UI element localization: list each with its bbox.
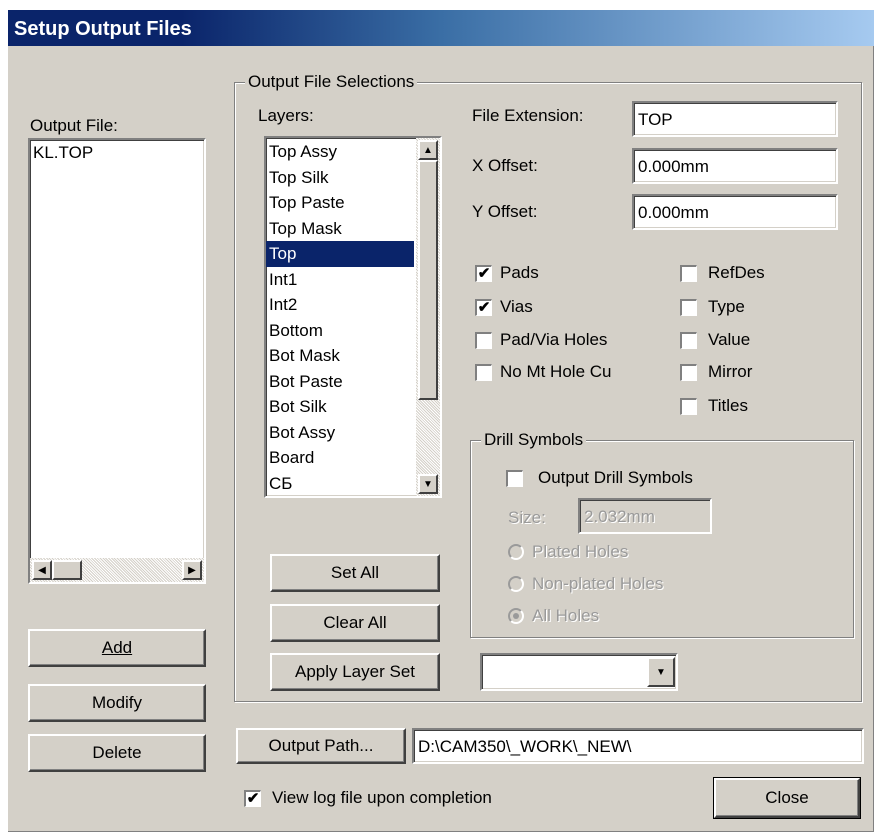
file-extension-value: TOP [638,110,673,129]
layer-item[interactable]: Top Assy [266,139,414,165]
layer-item[interactable]: СБ [266,471,414,497]
view-log-checkbox[interactable]: ✔ [244,790,261,807]
layers-list[interactable]: Top Assy Top Silk Top Paste Top Mask Top Int1… [264,136,442,498]
modify-button-label: Modify [91,693,143,712]
apply-layer-set-button[interactable]: Apply Layer Set [270,653,440,691]
y-offset-value: 0.000mm [638,203,709,222]
delete-button-label: Delete [92,743,142,762]
output-file-hscrollbar[interactable]: ◀ ▶ [30,558,204,582]
vscroll-thumb[interactable] [418,160,438,400]
close-button-label: Close [765,788,809,807]
y-offset-label: Y Offset: [472,202,538,221]
output-file-label: Output File: [30,116,118,135]
layer-item[interactable]: Top Mask [266,216,414,242]
y-offset-input[interactable]: 0.000mm [632,194,838,230]
titles-checkbox[interactable] [680,398,697,415]
scroll-down-icon[interactable]: ▼ [418,474,438,494]
set-all-button[interactable]: Set All [270,554,440,592]
apply-layer-set-button-label: Apply Layer Set [294,662,415,681]
pad-via-holes-label: Pad/Via Holes [500,330,608,349]
layer-item[interactable]: Int1 [266,267,414,293]
layer-item[interactable]: Bot Assy [266,420,414,446]
clear-all-button[interactable]: Clear All [270,604,440,642]
title-bar[interactable]: Setup Output Files [8,10,874,46]
no-mt-hole-cu-label: No Mt Hole Cu [500,362,612,381]
value-checkbox[interactable] [680,332,697,349]
non-plated-holes-radio [508,576,524,592]
x-offset-value: 0.000mm [638,157,709,176]
modify-button[interactable]: Modify [28,684,206,722]
output-path-input[interactable]: D:\CAM350\_WORK\_NEW\ [412,728,864,764]
scroll-up-icon[interactable]: ▲ [418,140,438,160]
window-title: Setup Output Files [14,18,192,40]
refdes-label: RefDes [708,263,765,282]
mirror-checkbox[interactable] [680,364,697,381]
type-checkbox[interactable] [680,299,697,316]
vias-label: Vias [500,297,533,316]
no-mt-hole-cu-checkbox[interactable] [475,364,492,381]
clear-all-button-label: Clear All [323,613,387,632]
x-offset-label: X Offset: [472,156,538,175]
file-extension-input[interactable]: TOP [632,101,838,137]
setup-output-files-dialog: Setup Output Files Output File: KL.TOP ◀… [8,10,874,832]
layers-vscrollbar[interactable]: ▲ ▼ [416,138,440,496]
set-all-button-label: Set All [330,563,380,582]
output-path-button-label: Output Path... [268,736,374,755]
mirror-label: Mirror [708,362,753,381]
layer-item[interactable]: Top [266,241,414,267]
file-extension-label: File Extension: [472,106,584,125]
output-path-value: D:\CAM350\_WORK\_NEW\ [418,737,632,756]
x-offset-input[interactable]: 0.000mm [632,148,838,184]
value-label: Value [708,330,751,349]
plated-holes-label: Plated Holes [532,542,629,561]
size-value: 2.032mm [584,507,655,526]
layer-set-dropdown[interactable]: ▼ [480,653,678,691]
add-button-label: Add [101,638,133,657]
layers-label: Layers: [258,106,314,125]
titles-label: Titles [708,396,748,415]
hscroll-thumb[interactable] [52,560,82,580]
layer-item[interactable]: Board [266,445,414,471]
layer-item[interactable]: Int2 [266,292,414,318]
layer-item[interactable]: Top Paste [266,190,414,216]
output-drill-symbols-label: Output Drill Symbols [538,468,693,487]
non-plated-holes-label: Non-plated Holes [532,574,664,593]
output-path-button[interactable]: Output Path... [236,728,406,764]
vias-checkbox[interactable]: ✔ [475,299,492,316]
all-holes-radio [508,608,524,624]
scroll-right-icon[interactable]: ▶ [182,560,202,580]
type-label: Type [708,297,745,316]
layer-item[interactable]: Bottom [266,318,414,344]
pad-via-holes-checkbox[interactable] [475,332,492,349]
scroll-left-icon[interactable]: ◀ [32,560,52,580]
all-holes-label: All Holes [532,606,600,625]
layer-item[interactable]: Bot Paste [266,369,414,395]
layer-item[interactable]: Bot Mask [266,343,414,369]
pads-label: Pads [500,263,539,282]
layer-item[interactable]: Bot Silk [266,394,414,420]
output-file-selections-label: Output File Selections [245,72,418,92]
plated-holes-radio [508,544,524,560]
size-label: Size: [508,508,546,527]
layer-item[interactable]: Top Silk [266,165,414,191]
drill-symbols-label: Drill Symbols [481,430,587,450]
delete-button[interactable]: Delete [28,734,206,772]
output-file-item[interactable]: KL.TOP [30,140,204,166]
view-log-label: View log file upon completion [272,788,492,807]
refdes-checkbox[interactable] [680,265,697,282]
add-button[interactable]: Add [28,629,206,667]
dropdown-arrow-icon[interactable]: ▼ [647,657,675,687]
close-button[interactable]: Close [713,777,861,819]
pads-checkbox[interactable]: ✔ [475,265,492,282]
size-input: 2.032mm [578,498,712,534]
output-drill-symbols-checkbox[interactable] [506,470,523,487]
output-file-list[interactable]: KL.TOP ◀ ▶ [28,138,206,584]
